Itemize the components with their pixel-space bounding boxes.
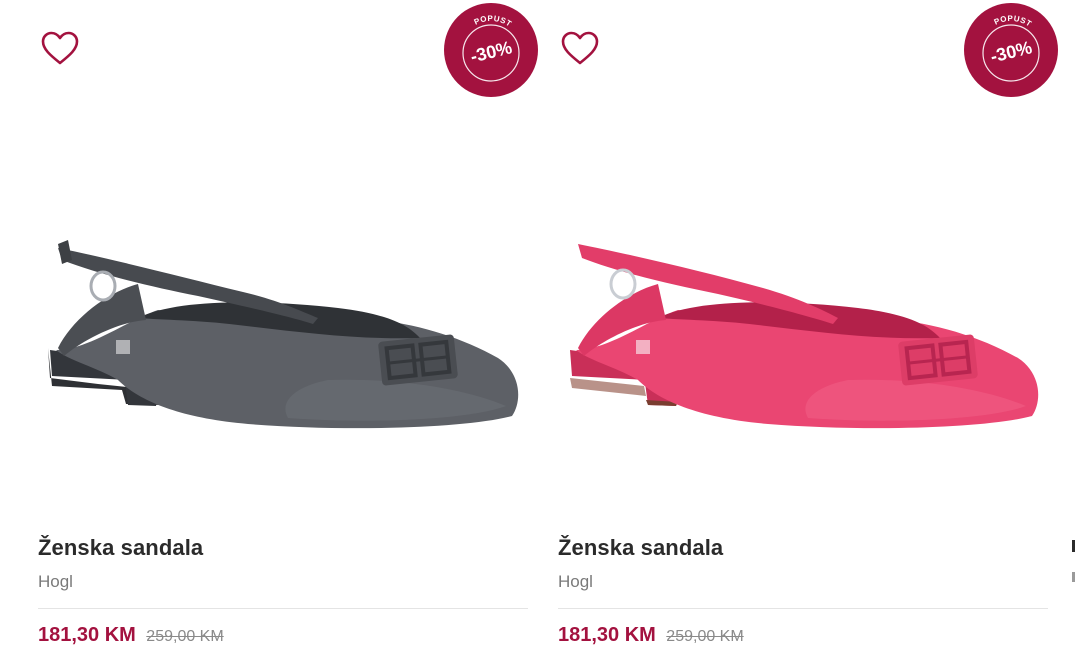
discount-value: -30% [468, 37, 514, 67]
price-row: 181,30 KM 259,00 KM [558, 624, 744, 647]
price-current: 181,30 KM [38, 624, 136, 646]
price-current: 181,30 KM [558, 624, 656, 646]
price-old: 259,00 KM [666, 628, 744, 645]
svg-text:POPUST: POPUST [473, 14, 514, 29]
shoe-image [570, 244, 1039, 429]
wishlist-button[interactable] [560, 30, 600, 66]
divider [38, 608, 528, 609]
price-row: 181,30 KM 259,00 KM [38, 624, 224, 647]
product-brand: Hogl [558, 572, 593, 591]
wishlist-button[interactable] [40, 30, 80, 66]
price-old: 259,00 KM [146, 628, 224, 645]
product-image[interactable] [28, 200, 538, 490]
product-brand: Hogl [38, 572, 73, 591]
product-image[interactable] [548, 200, 1058, 490]
heart-outline-icon [561, 31, 599, 65]
discount-badge: POPUST -30% [964, 3, 1058, 97]
product-grid: POPUST -30% Ženska sandala Hogl 181,30 K… [0, 0, 1078, 660]
product-card[interactable]: POPUST -30% Ženska sandala Hogl 181,30 K… [548, 0, 1058, 660]
product-card[interactable]: POPUST -30% Ženska sandala Hogl 181,30 K… [28, 0, 538, 660]
heart-outline-icon [41, 31, 79, 65]
divider [558, 608, 1048, 609]
svg-text:POPUST: POPUST [993, 14, 1034, 29]
shoe-image [48, 240, 519, 429]
next-card-edge [1072, 540, 1078, 600]
discount-label: POPUST [993, 14, 1033, 29]
product-title[interactable]: Ženska sandala [558, 535, 723, 561]
product-title[interactable]: Ženska sandala [38, 535, 203, 561]
discount-value: -30% [988, 37, 1034, 67]
discount-label: POPUST [473, 14, 513, 29]
discount-badge: POPUST -30% [444, 3, 538, 97]
